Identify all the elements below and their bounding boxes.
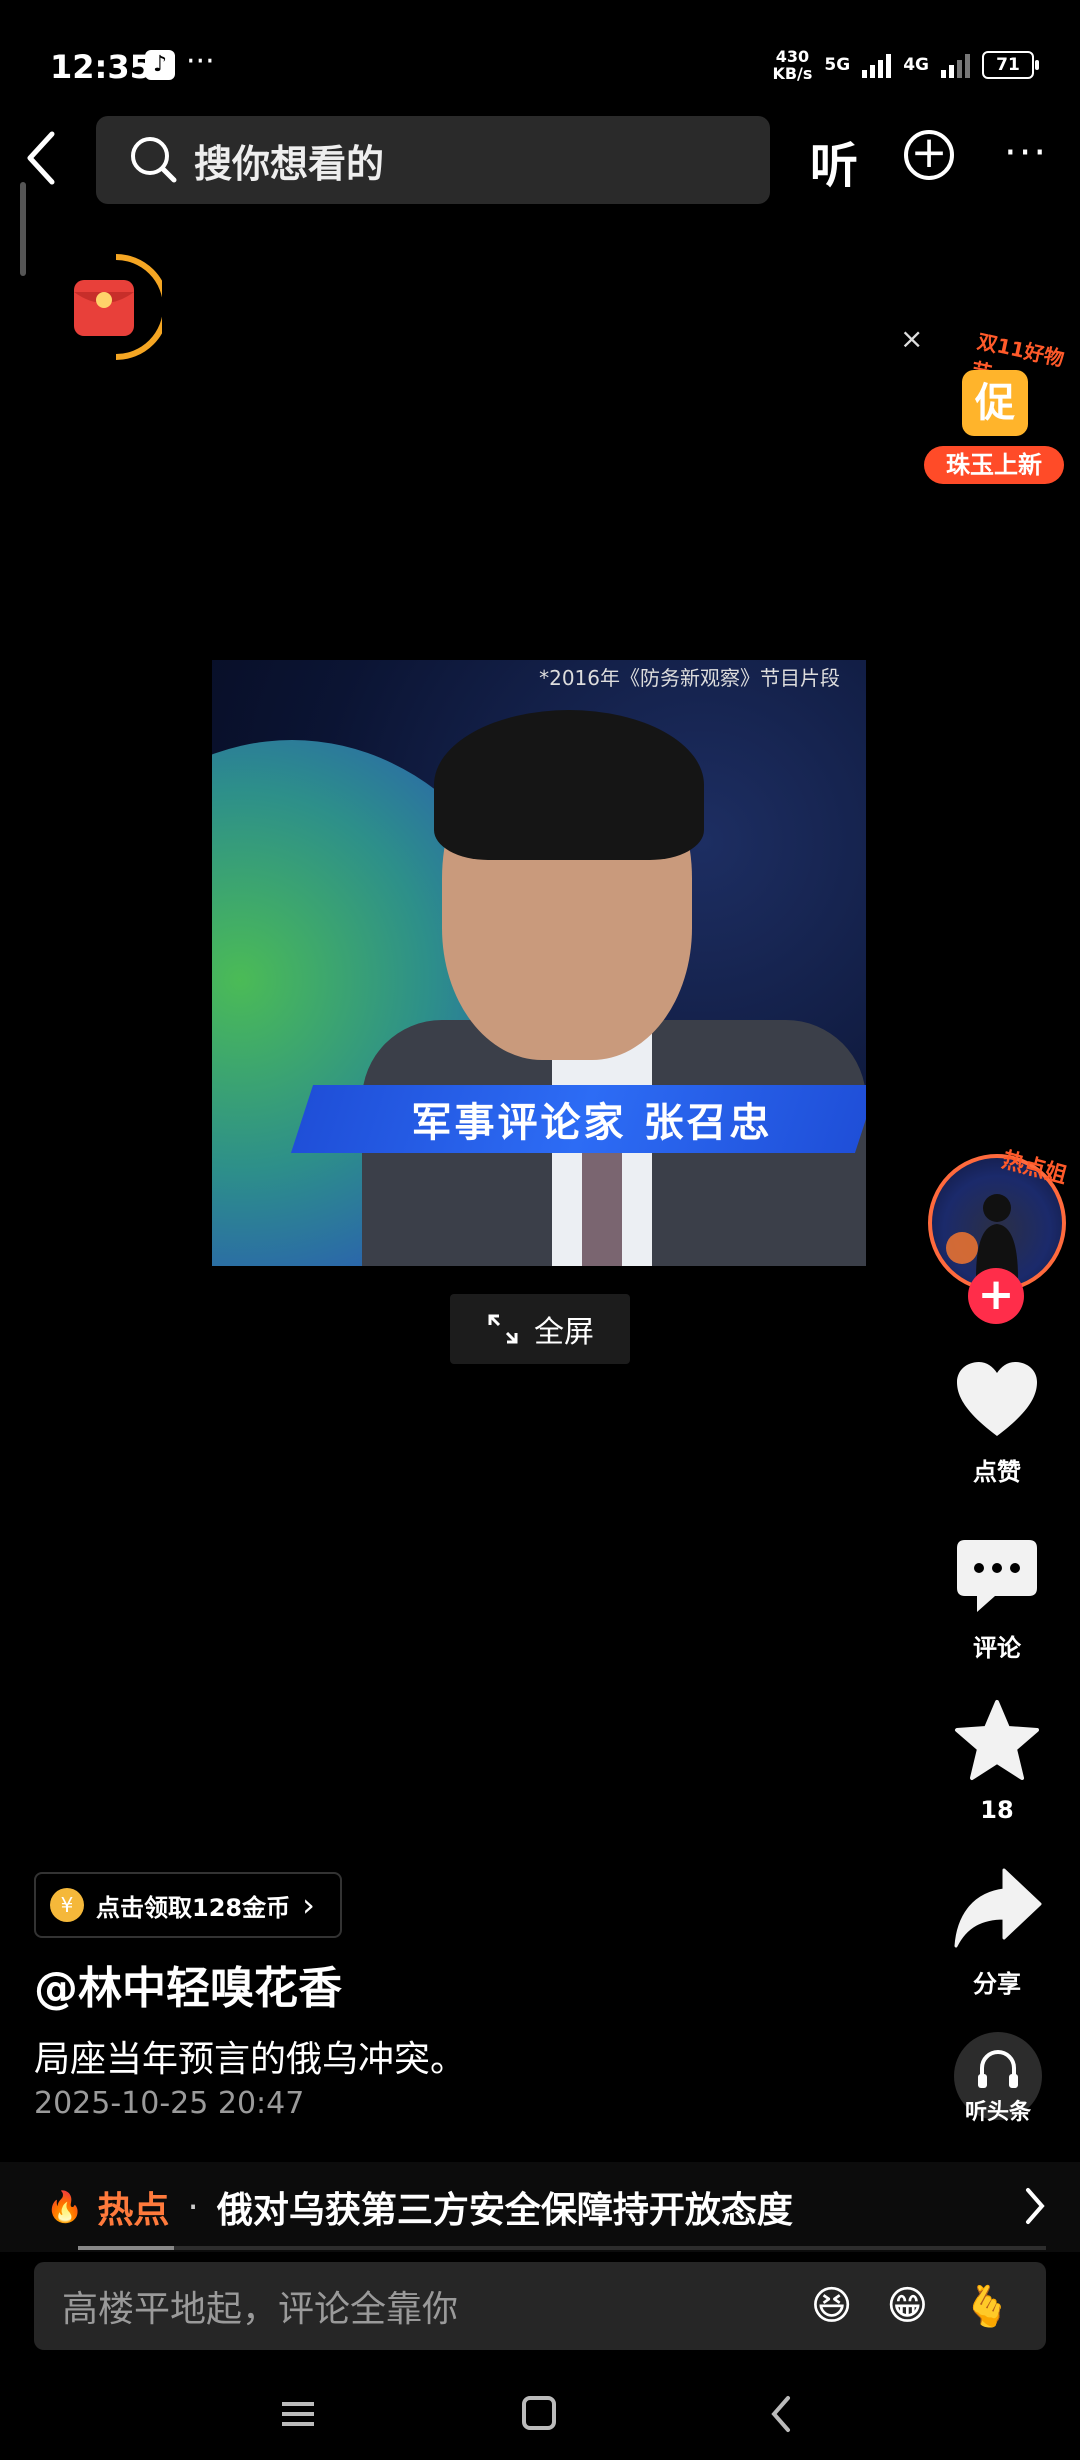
video-top-caption: *2016年《防务新观察》节目片段 [539,666,840,690]
chevron-left-icon [27,131,55,185]
search-icon [131,137,177,183]
like-label: 点赞 [973,1458,1021,1486]
battery-icon: 71 [982,51,1039,79]
add-button[interactable]: + [904,130,954,180]
emoji-laugh-button[interactable]: 😆 [811,2283,853,2329]
chevron-right-icon [1026,2188,1045,2224]
hot-label: 热点 [97,2190,170,2231]
signal-icon-2 [941,52,970,78]
expand-icon [488,1314,518,1344]
search-input[interactable]: 搜你想看的 [96,116,770,204]
author-name[interactable]: @林中轻嗅花香 [34,1952,342,2016]
more-button[interactable]: ··· [1004,130,1048,176]
post-description: 局座当年预言的俄乌冲突。 [34,2039,467,2080]
headphones-icon [978,2050,1018,2088]
promo-banner[interactable]: 双11好物节 促 珠玉上新 [924,329,1066,484]
tiktok-icon: ♪ [145,50,175,80]
fullscreen-button[interactable]: 全屏 [450,1294,630,1364]
comment-input[interactable]: 高楼平地起，评论全靠你 😆 😁 🫰 [34,2262,1046,2350]
favorite-count: 18 [980,1796,1014,1824]
comment-button[interactable]: 评论 [940,1536,1054,1663]
status-overflow-icon: ··· [186,44,215,79]
claim-coins-text: 点击领取128金币 [96,1893,291,1922]
shopping-bag-icon: 促 [962,370,1028,436]
listen-news-label: 听头条 [964,2100,1031,2125]
red-packet-icon[interactable] [70,252,169,362]
coin-icon: ¥ [50,1888,84,1922]
like-button[interactable]: 点赞 [940,1360,1054,1487]
comment-placeholder: 高楼平地起，评论全靠你 [62,2289,459,2330]
back-icon[interactable] [771,2396,790,2432]
signal-icon [862,52,892,78]
share-button[interactable]: 分享 [940,1866,1054,1999]
emoji-grin-button[interactable]: 😁 [886,2283,928,2329]
fullscreen-label: 全屏 [534,1315,594,1350]
heart-icon [957,1362,1037,1436]
star-icon [955,1700,1039,1780]
hot-topic-bar[interactable]: 🔥 热点 · 俄对乌获第三方安全保障持开放态度 [0,2162,1080,2252]
emoji-heart-hand-button[interactable]: 🫰 [962,2283,1012,2330]
listen-button[interactable]: 听 [810,126,858,196]
follow-button[interactable]: + [968,1268,1024,1324]
system-navigation-bar [282,2396,790,2432]
comment-icon [957,1540,1037,1612]
video-player[interactable]: *2016年《防务新观察》节目片段 军事评论家 张召忠 [212,660,866,1266]
back-button[interactable] [20,128,64,188]
network-5g: 5G [824,55,851,75]
hot-progress-bar [78,2246,1046,2250]
promo-close-button[interactable]: × [900,322,923,355]
post-date: 2025-10-25 20:47 [34,2086,305,2121]
share-icon [954,1868,1042,1948]
promo-label: 珠玉上新 [924,446,1064,484]
flame-icon: 🔥 [46,2189,84,2225]
scroll-indicator [20,182,26,276]
network-4g: 4G [903,55,929,75]
home-icon[interactable] [522,2396,556,2430]
chevron-right-icon: › [302,1886,315,1924]
favorite-button[interactable]: 18 [940,1698,1054,1824]
menu-icon[interactable] [282,2402,314,2426]
search-placeholder: 搜你想看的 [194,141,385,186]
comment-label: 评论 [973,1634,1021,1662]
status-right-group: 430 KB/s 5G 4G 71 [772,47,1039,83]
status-time: 12:35 [50,48,152,86]
hot-headline: 俄对乌获第三方安全保障持开放态度 [216,2190,793,2231]
video-person-hair [434,710,704,860]
claim-coins-button[interactable]: ¥ 点击领取128金币 › [34,1872,342,1938]
hot-separator: · [187,2186,199,2228]
share-label: 分享 [973,1970,1021,1998]
lower-third-text: 军事评论家 张召忠 [411,1100,773,1146]
net-speed: 430 KB/s [772,47,813,83]
